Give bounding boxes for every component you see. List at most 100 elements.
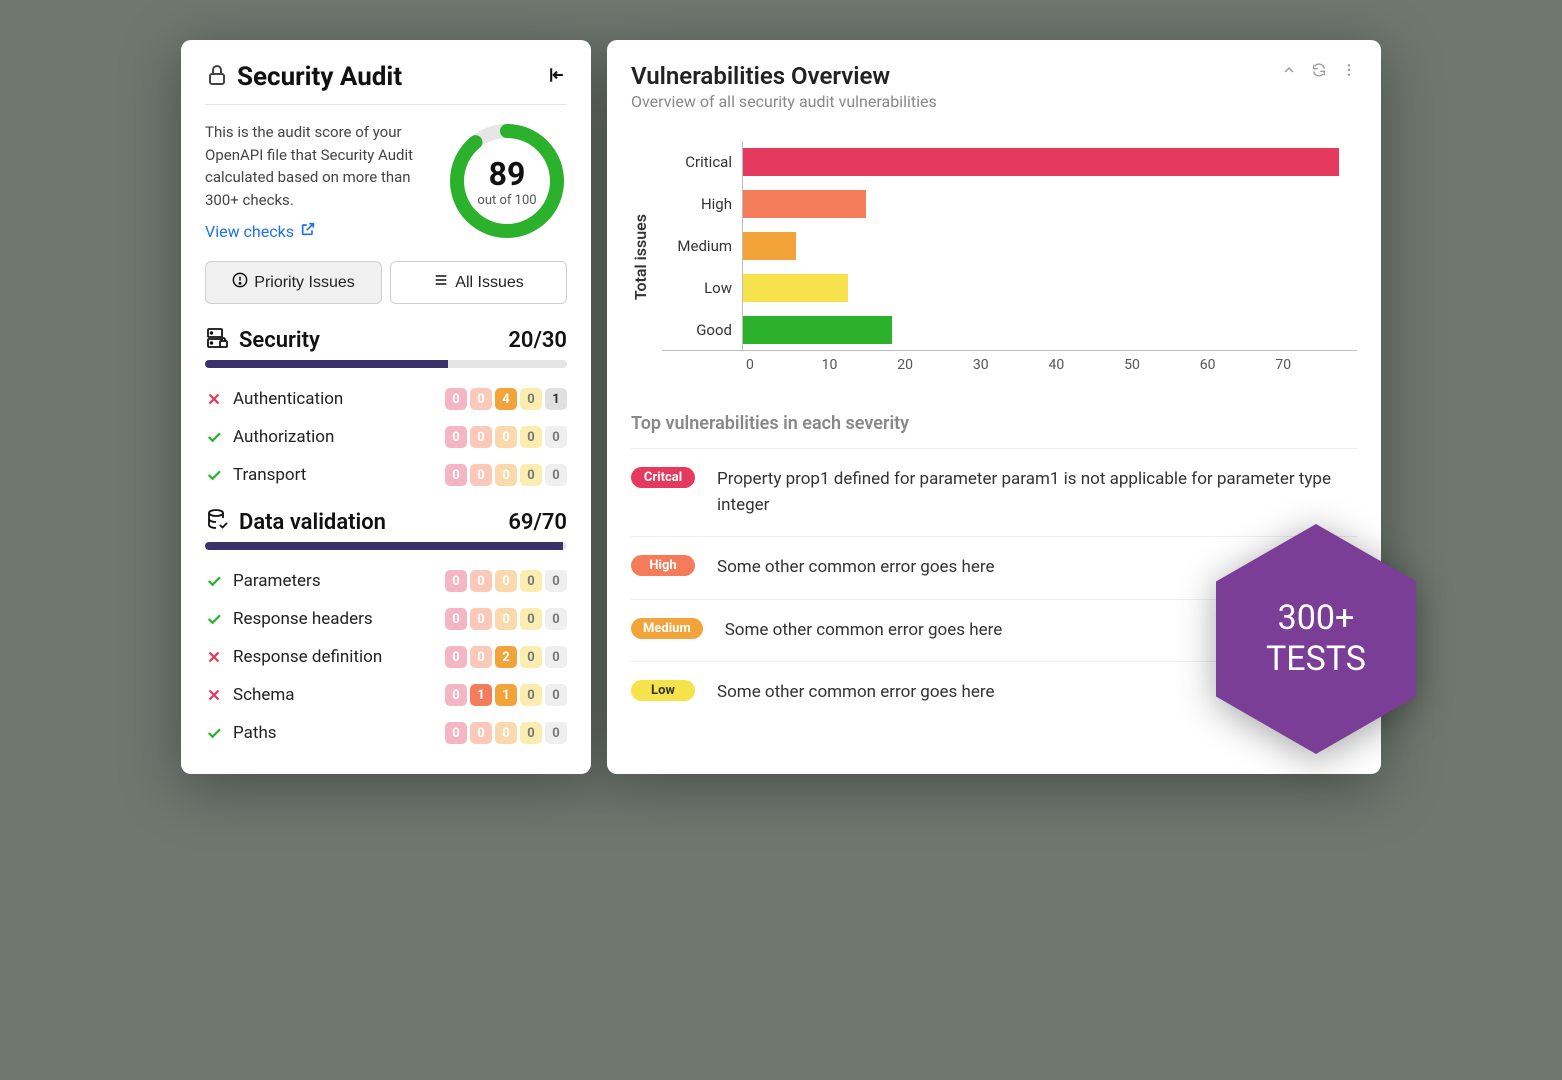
severity-count-badge: 1 [545,388,567,410]
x-icon [205,686,223,704]
severity-badges: 00000 [445,464,567,486]
server-lock-icon [205,326,229,354]
check-name: Transport [233,465,306,485]
severity-count-badge: 2 [495,646,517,668]
chart-bar-row: Good [662,309,1357,351]
check-icon [205,724,223,742]
check-name: Authorization [233,427,334,447]
divider [205,104,567,105]
more-icon[interactable] [1341,62,1357,82]
severity-count-badge: 0 [445,722,467,744]
check-name: Authentication [233,389,343,409]
severity-count-badge: 0 [545,426,567,448]
x-icon [205,648,223,666]
severity-count-badge: 0 [520,388,542,410]
check-row[interactable]: Authorization 00000 [205,418,567,456]
chart-category-label: Critical [662,153,742,171]
refresh-icon[interactable] [1311,62,1327,82]
chart-bar-row: Low [662,267,1357,309]
tab-priority-label: Priority Issues [254,274,354,292]
db-check-icon [205,508,229,536]
severity-count-badge: 0 [495,464,517,486]
check-row[interactable]: Paths 00000 [205,714,567,752]
check-icon [205,572,223,590]
severity-count-badge: 0 [470,464,492,486]
severity-count-badge: 0 [545,464,567,486]
chart-bar [743,316,892,344]
check-name: Response definition [233,647,382,667]
severity-badges: 00200 [445,646,567,668]
section-score: 69/70 [508,510,567,535]
severity-badges: 01100 [445,684,567,706]
chart-y-label: Total issues [631,214,650,300]
check-row[interactable]: Response headers 00000 [205,600,567,638]
severity-badges: 00000 [445,608,567,630]
severity-count-badge: 0 [470,722,492,744]
severity-count-badge: 0 [495,570,517,592]
view-checks-label: View checks [205,222,294,241]
score-value: 89 [489,155,526,193]
severity-badges: 00000 [445,722,567,744]
tab-all-label: All Issues [455,274,523,292]
severity-count-badge: 0 [470,570,492,592]
x-axis-tick: 20 [897,357,973,373]
list-icon [433,272,449,293]
severity-count-badge: 4 [495,388,517,410]
x-axis-tick: 70 [1275,357,1351,373]
x-axis-tick: 0 [746,357,822,373]
chart-bar-row: High [662,183,1357,225]
security-audit-panel: Security Audit This is the audit score o… [181,40,591,774]
severity-count-badge: 0 [495,608,517,630]
severity-count-badge: 0 [545,570,567,592]
hex-badge-line1: 300+ [1278,598,1355,638]
x-axis-tick: 60 [1200,357,1276,373]
check-name: Paths [233,723,277,743]
severity-count-badge: 0 [445,464,467,486]
issues-chart: Total issues Critical High Medium Low Go… [631,141,1357,373]
tab-all-issues[interactable]: All Issues [390,261,567,304]
view-checks-link[interactable]: View checks [205,221,316,241]
severity-count-badge: 0 [520,646,542,668]
severity-count-badge: 0 [545,684,567,706]
check-name: Parameters [233,571,321,591]
severity-count-badge: 1 [470,684,492,706]
severity-pill: High [631,555,695,576]
check-icon [205,466,223,484]
check-row[interactable]: Authentication 00401 [205,380,567,418]
hex-badge-line2: TESTS [1266,639,1366,679]
severity-count-badge: 0 [445,570,467,592]
check-row[interactable]: Schema 01100 [205,676,567,714]
severity-count-badge: 0 [445,388,467,410]
severity-count-badge: 0 [470,426,492,448]
check-row[interactable]: Response definition 00200 [205,638,567,676]
check-row[interactable]: Parameters 00000 [205,562,567,600]
x-icon [205,390,223,408]
score-donut: 89 out of 100 [447,121,567,241]
vulnerability-text: Property prop1 defined for parameter par… [717,467,1357,518]
x-axis-tick: 10 [822,357,898,373]
external-link-icon [300,221,316,241]
collapse-panel-button[interactable] [547,65,567,89]
section-title: Data validation [239,510,386,535]
vulnerability-row[interactable]: Critcal Property prop1 defined for param… [631,448,1357,536]
chart-category-label: High [662,195,742,213]
section-score: 20/30 [508,328,567,353]
check-row[interactable]: Transport 00000 [205,456,567,494]
x-axis-tick: 50 [1124,357,1200,373]
severity-badges: 00000 [445,570,567,592]
collapse-icon[interactable] [1281,62,1297,82]
x-axis-tick: 30 [973,357,1049,373]
severity-count-badge: 0 [520,722,542,744]
severity-pill: Medium [631,618,703,639]
severity-count-badge: 0 [545,608,567,630]
check-icon [205,610,223,628]
severity-count-badge: 0 [520,608,542,630]
severity-count-badge: 0 [545,722,567,744]
severity-count-badge: 0 [445,646,467,668]
severity-count-badge: 0 [545,646,567,668]
top-vulnerabilities-title: Top vulnerabilities in each severity [631,413,1357,434]
severity-badges: 00000 [445,426,567,448]
tab-priority-issues[interactable]: Priority Issues [205,261,382,304]
severity-count-badge: 0 [520,426,542,448]
severity-count-badge: 0 [520,570,542,592]
